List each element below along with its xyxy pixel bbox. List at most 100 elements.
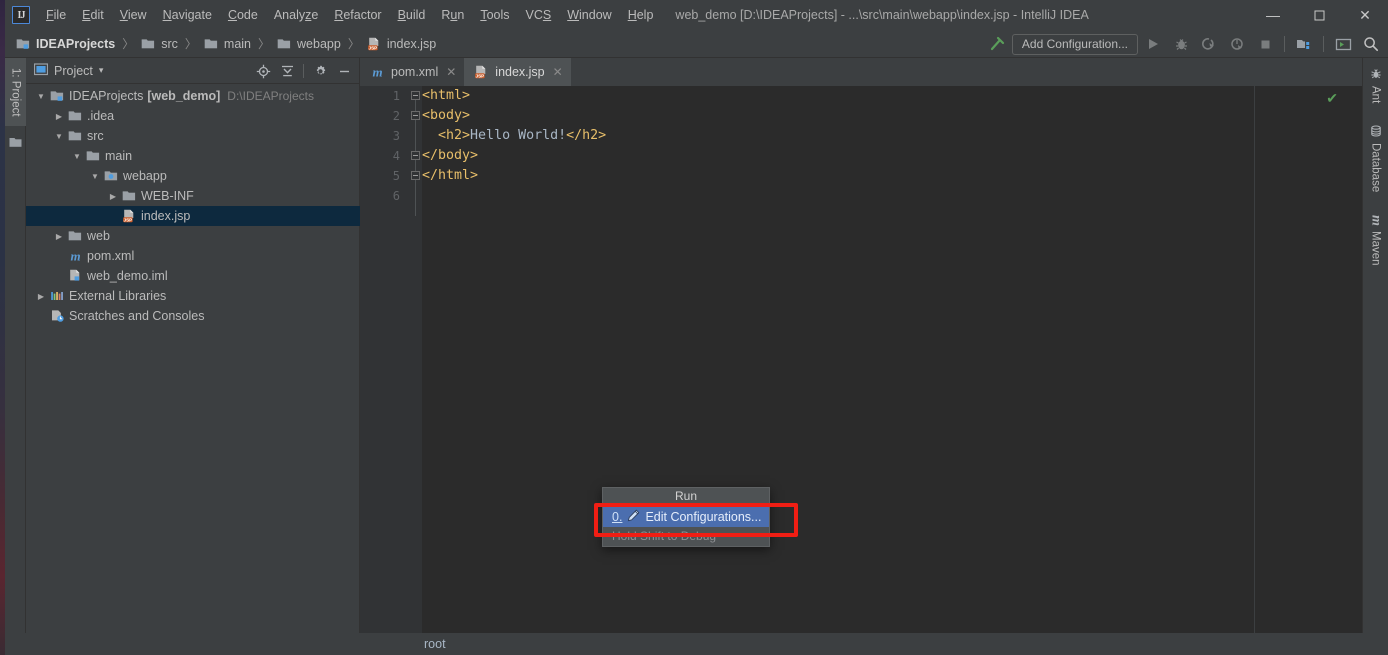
close-icon[interactable]: ✕ — [446, 65, 456, 79]
code-tag: </html> — [422, 168, 479, 183]
intellij-idea-window: IJ File Edit View Navigate Code Analyze Refact… — [0, 0, 1388, 655]
breadcrumb-item-ideaprojects[interactable]: IDEAProjects — [12, 35, 119, 53]
chevron-right-icon[interactable]: ▶ — [106, 192, 120, 201]
tree-node-scratches-and-consoles[interactable]: Scratches and Consoles — [26, 306, 360, 326]
breadcrumb-label: IDEAProjects — [36, 36, 116, 51]
breadcrumb-separator: 〉 — [347, 37, 360, 51]
update-project-icon[interactable] — [1330, 31, 1356, 57]
jsp-file-icon: JSP — [122, 209, 133, 222]
menu-navigate[interactable]: Navigate — [155, 4, 220, 26]
breadcrumb-item-indexjsp[interactable]: JSP index.jsp — [363, 35, 440, 53]
breadcrumb-item-main[interactable]: main — [200, 35, 255, 53]
tree-node-index-jsp[interactable]: JSP index.jsp — [26, 206, 360, 226]
sidebar-item-ant[interactable]: Ant — [1370, 64, 1382, 107]
code-folding-column[interactable] — [408, 86, 422, 633]
tree-node-ideaprojects[interactable]: ▼ IDEAProjects [web_demo] D:\IDEAProjects — [26, 86, 360, 106]
collapse-all-icon[interactable] — [276, 60, 298, 82]
tree-node-webapp[interactable]: ▼ webapp — [26, 166, 360, 186]
editor-scrollbar[interactable] — [1346, 86, 1362, 633]
breadcrumb-item-webapp[interactable]: webapp — [273, 35, 345, 53]
tree-node-external-libraries[interactable]: ▶ External Libraries — [26, 286, 360, 306]
menu-file[interactable]: File — [38, 4, 74, 26]
code-text: Hello World! — [470, 128, 567, 143]
fold-toggle-icon[interactable] — [411, 171, 420, 180]
run-with-coverage-icon[interactable] — [1196, 31, 1222, 57]
menu-edit[interactable]: Edit — [74, 4, 112, 26]
run-popup-menu[interactable]: Run 0. Edit Configurations... Hold Shift… — [602, 487, 770, 547]
editor-tab-bar: m pom.xml ✕ JSP index.jsp ✕ — [360, 58, 1362, 86]
fold-toggle-icon[interactable] — [411, 91, 420, 100]
stop-icon[interactable] — [1252, 31, 1278, 57]
editor-tab-indexjsp[interactable]: JSP index.jsp ✕ — [464, 58, 571, 86]
toolbar-divider — [1284, 36, 1285, 52]
tree-node-pom-xml[interactable]: m pom.xml — [26, 246, 360, 266]
fold-toggle-icon[interactable] — [411, 111, 420, 120]
fold-toggle-icon[interactable] — [411, 151, 420, 160]
profiler-icon[interactable] — [1224, 31, 1250, 57]
sidebar-item-project[interactable]: 1: Project — [5, 58, 26, 126]
line-number: 1 — [392, 89, 400, 103]
editor-tab-pomxml[interactable]: m pom.xml ✕ — [360, 58, 464, 86]
module-icon — [16, 37, 31, 51]
chevron-down-icon[interactable]: ▼ — [88, 172, 102, 181]
line-number: 2 — [392, 109, 400, 123]
sidebar-item-database[interactable]: Database — [1370, 121, 1382, 196]
menu-view[interactable]: View — [112, 4, 155, 26]
build-hammer-icon[interactable] — [984, 31, 1010, 57]
tree-node--idea[interactable]: ▶ .idea — [26, 106, 360, 126]
tree-node-web-demo-iml[interactable]: web_demo.iml — [26, 266, 360, 286]
locate-target-icon[interactable] — [252, 60, 274, 82]
code-line: </body> — [422, 146, 1362, 166]
scratches-icon — [48, 309, 66, 323]
search-everywhere-icon[interactable] — [1358, 31, 1384, 57]
code-editor[interactable]: 1 2 3 4 5 6 <html> <body> <h2>Hello World!</h2… — [360, 86, 1362, 633]
close-button[interactable]: ✕ — [1342, 0, 1388, 30]
menu-tools[interactable]: Tools — [472, 4, 517, 26]
inspection-status-icon[interactable]: ✔ — [1326, 90, 1338, 107]
add-configuration-button[interactable]: Add Configuration... — [1011, 33, 1138, 55]
menu-run[interactable]: Run — [433, 4, 472, 26]
menu-window[interactable]: Window — [559, 4, 619, 26]
chevron-down-icon[interactable]: ▼ — [34, 92, 48, 101]
project-view-icon — [33, 62, 49, 79]
breadcrumb-item-src[interactable]: src — [137, 35, 182, 53]
minimize-button[interactable]: — — [1250, 0, 1296, 30]
chevron-down-icon[interactable]: ▼ — [70, 152, 84, 161]
run-icon[interactable] — [1140, 31, 1166, 57]
folder-icon[interactable] — [9, 136, 23, 152]
tree-node-label: WEB-INF — [141, 189, 194, 203]
maven-pom-icon: m — [70, 249, 80, 263]
tree-node-path: D:\IDEAProjects — [227, 89, 314, 103]
chevron-right-icon[interactable]: ▶ — [52, 112, 66, 121]
menu-code[interactable]: Code — [220, 4, 266, 26]
tree-node-main[interactable]: ▼ main — [26, 146, 360, 166]
code-tag: <h2> — [422, 128, 471, 143]
code-tag: </h2> — [566, 128, 607, 143]
menu-help[interactable]: Help — [620, 4, 662, 26]
sidebar-item-maven[interactable]: m Maven — [1368, 211, 1384, 270]
chevron-down-icon[interactable]: ▾ — [99, 65, 104, 76]
chevron-right-icon[interactable]: ▶ — [52, 232, 66, 241]
menu-item-edit-configurations[interactable]: 0. Edit Configurations... — [603, 506, 769, 527]
chevron-down-icon[interactable]: ▼ — [52, 132, 66, 141]
menu-refactor[interactable]: Refactor — [326, 4, 389, 26]
maximize-button[interactable] — [1296, 0, 1342, 30]
tree-node-web-inf[interactable]: ▶ WEB-INF — [26, 186, 360, 206]
edit-pencil-icon — [627, 509, 640, 525]
breadcrumb-root[interactable]: root — [424, 637, 446, 651]
code-content[interactable]: <html> <body> <h2>Hello World!</h2> </body… — [422, 86, 1362, 633]
run-toolbar: Add Configuration... — [984, 30, 1384, 58]
logo-text: IJ — [17, 9, 26, 21]
settings-gear-icon[interactable] — [309, 60, 331, 82]
hide-panel-icon[interactable] — [333, 60, 355, 82]
close-icon[interactable]: ✕ — [553, 65, 563, 79]
tree-node-src[interactable]: ▼ src — [26, 126, 360, 146]
chevron-right-icon[interactable]: ▶ — [34, 292, 48, 301]
menu-vcs[interactable]: VCS — [518, 4, 560, 26]
debug-icon[interactable] — [1168, 31, 1194, 57]
editor-tab-label: index.jsp — [495, 65, 545, 79]
project-structure-icon[interactable] — [1291, 31, 1317, 57]
menu-build[interactable]: Build — [390, 4, 434, 26]
tree-node-web[interactable]: ▶ web — [26, 226, 360, 246]
menu-analyze[interactable]: Analyze — [266, 4, 326, 26]
